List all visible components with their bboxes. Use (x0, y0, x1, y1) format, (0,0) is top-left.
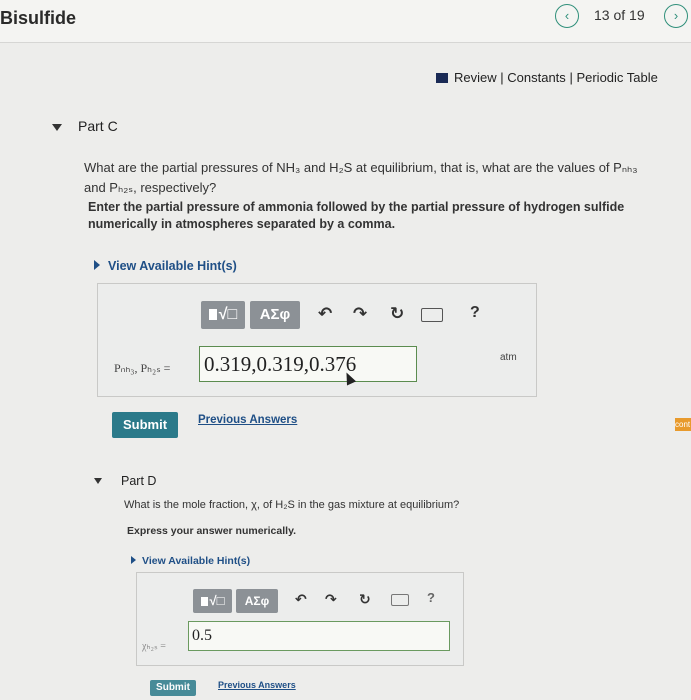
symbols-button[interactable]: ΑΣφ (236, 589, 278, 613)
part-c-instruction-line2: numerically in atmospheres separated by … (88, 217, 396, 231)
review-link[interactable]: Review (454, 70, 497, 85)
block-icon (208, 309, 217, 320)
submit-button[interactable]: Submit (112, 412, 178, 438)
keyboard-icon[interactable] (421, 308, 443, 322)
part-c-question-line2: and Pₕ₂ₛ, respectively? (84, 180, 217, 195)
part-d-question: What is the mole fraction, χ, of H₂S in … (124, 499, 460, 511)
template-label: √□ (218, 306, 238, 323)
keyboard-icon[interactable] (391, 594, 409, 606)
part-d-instruction: Express your answer numerically. (127, 525, 297, 537)
chevron-left-icon[interactable]: ‹ (555, 4, 579, 28)
reset-icon[interactable]: ↻ (390, 304, 404, 324)
block-icon (200, 597, 208, 606)
top-bar: Bisulfide ‹ 13 of 19 › (0, 0, 691, 43)
answer-input[interactable]: 0.319,0.319,0.376 (199, 346, 417, 382)
help-button[interactable]: ? (470, 304, 480, 322)
side-edge-tab[interactable]: cont (675, 418, 691, 431)
constants-link[interactable]: Constants (507, 70, 566, 85)
answer-panel-c: √□ ΑΣφ ↶ ↷ ↻ ? Pₙₕ₃, Pₕ₂ₛ = 0.319,0.319,… (97, 283, 537, 397)
page-counter: 13 of 19 (594, 7, 645, 23)
part-c-heading[interactable]: Part C (78, 118, 118, 134)
view-hints-link[interactable]: View Available Hint(s) (94, 259, 237, 273)
separator: | (500, 70, 504, 85)
answer-input[interactable]: 0.5 (188, 621, 450, 651)
reference-bar: Review | Constants | Periodic Table (436, 70, 658, 85)
answer-panel-d: √□ ΑΣφ ↶ ↷ ↻ ? χₕ₂ₛ = 0.5 (136, 572, 464, 666)
template-button[interactable]: √□ (201, 301, 245, 329)
template-button[interactable]: √□ (193, 589, 232, 613)
unit-label: atm (500, 352, 517, 363)
undo-icon[interactable]: ↶ (318, 304, 332, 324)
reset-icon[interactable]: ↻ (359, 591, 371, 608)
variable-label: Pₙₕ₃, Pₕ₂ₛ = (114, 361, 171, 375)
book-icon (436, 73, 448, 83)
redo-icon[interactable]: ↷ (325, 591, 337, 608)
previous-answers-link[interactable]: Previous Answers (198, 414, 297, 426)
variable-label: χₕ₂ₛ = (142, 641, 166, 652)
expand-triangle-icon (131, 556, 136, 564)
help-button[interactable]: ? (427, 590, 435, 605)
redo-icon[interactable]: ↷ (353, 304, 367, 324)
page-title: Bisulfide (0, 8, 77, 28)
hint-label: View Available Hint(s) (142, 555, 251, 567)
previous-answers-link[interactable]: Previous Answers (218, 680, 296, 690)
submit-button[interactable]: Submit (150, 680, 196, 696)
part-c-question-line1: What are the partial pressures of NH₃ an… (84, 160, 638, 175)
undo-icon[interactable]: ↶ (295, 591, 307, 608)
view-hints-link[interactable]: View Available Hint(s) (131, 555, 250, 567)
part-c-instruction-line1: Enter the partial pressure of ammonia fo… (88, 200, 625, 214)
separator: | (569, 70, 573, 85)
symbols-button[interactable]: ΑΣφ (250, 301, 300, 329)
periodic-table-link[interactable]: Periodic Table (576, 70, 657, 85)
collapse-caret-icon[interactable] (94, 478, 102, 484)
chevron-right-icon[interactable]: › (664, 4, 688, 28)
hint-label: View Available Hint(s) (108, 259, 237, 273)
template-label: √□ (209, 593, 225, 608)
expand-triangle-icon (94, 260, 100, 270)
part-d-heading[interactable]: Part D (121, 474, 156, 488)
collapse-caret-icon[interactable] (52, 124, 62, 131)
